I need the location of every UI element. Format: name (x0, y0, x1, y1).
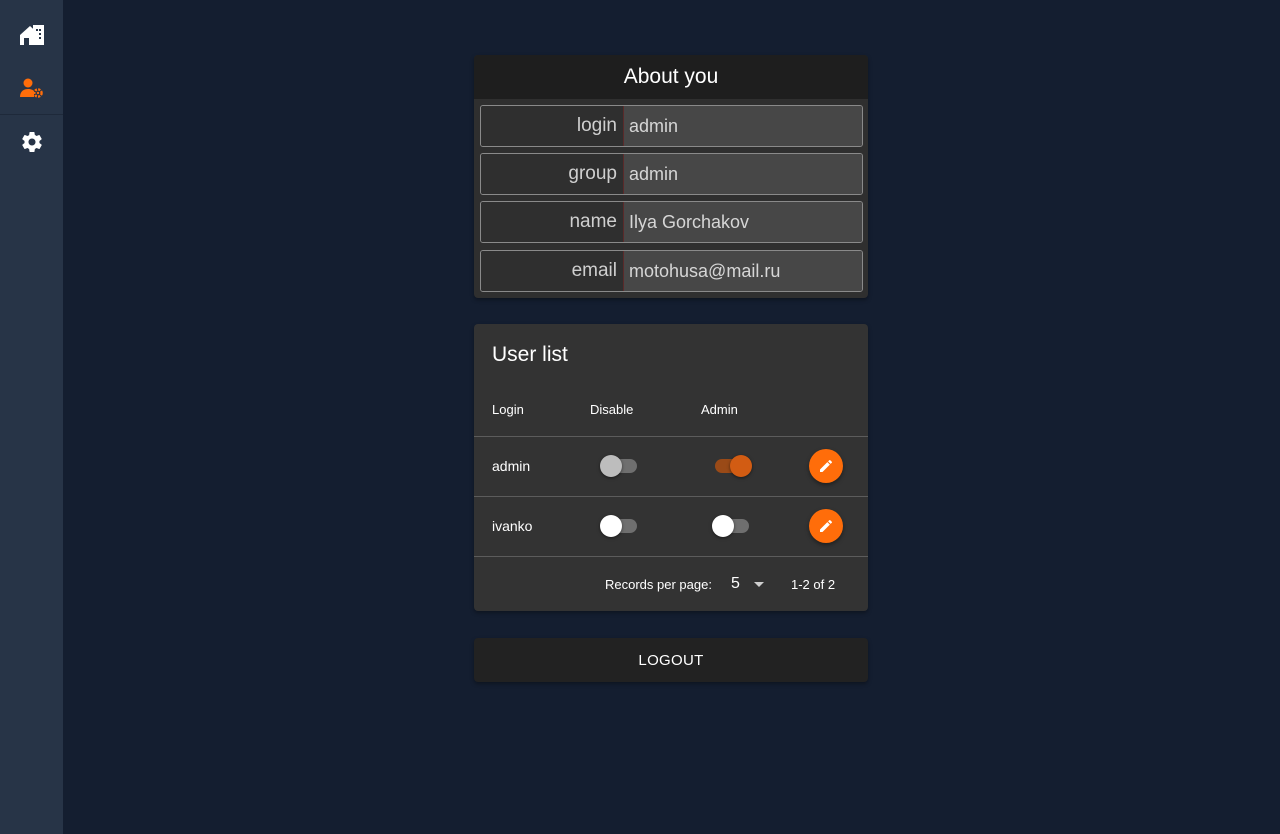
admin-toggle[interactable] (712, 514, 752, 538)
pagination-range: 1-2 of 2 (791, 577, 836, 592)
name-field: name Ilya Gorchakov (480, 201, 863, 243)
name-field-value: Ilya Gorchakov (624, 202, 862, 242)
table-divider (474, 436, 868, 437)
user-login-cell: admin (492, 458, 531, 474)
edit-user-button[interactable] (809, 509, 843, 543)
sidebar-item-users[interactable] (0, 62, 63, 114)
table-divider (474, 556, 868, 557)
about-you-card: About you login admin group admin name I… (474, 55, 868, 298)
login-field: login admin (480, 105, 863, 147)
email-field: email motohusa@mail.ru (480, 250, 863, 292)
email-field-value: motohusa@mail.ru (624, 251, 862, 291)
sidebar-divider (0, 114, 63, 115)
group-field-label: group (481, 154, 624, 194)
toggle-thumb (712, 515, 734, 537)
login-field-value: admin (624, 106, 862, 146)
chevron-down-icon (754, 582, 764, 587)
group-field: group admin (480, 153, 863, 195)
user-list-title: User list (492, 343, 568, 366)
admin-toggle[interactable] (712, 454, 752, 478)
gear-icon (21, 132, 42, 153)
group-field-value: admin (624, 154, 862, 194)
column-header-disable[interactable]: Disable (590, 402, 633, 417)
logout-button[interactable]: LOGOUT (474, 638, 868, 682)
disable-toggle[interactable] (600, 514, 640, 538)
home-icon (19, 25, 44, 45)
table-divider (474, 496, 868, 497)
toggle-thumb (600, 455, 622, 477)
toggle-thumb (600, 515, 622, 537)
sidebar-item-settings[interactable] (0, 116, 63, 168)
pencil-icon (820, 459, 833, 472)
toggle-thumb (730, 455, 752, 477)
sidebar (0, 0, 63, 834)
disable-toggle[interactable] (600, 454, 640, 478)
email-field-label: email (481, 251, 624, 291)
login-field-label: login (481, 106, 624, 146)
about-you-title: About you (474, 55, 868, 99)
column-header-login[interactable]: Login (492, 402, 524, 417)
column-header-admin[interactable]: Admin (701, 402, 738, 417)
records-per-page-select[interactable]: 5 (727, 574, 771, 596)
user-login-cell: ivanko (492, 518, 533, 534)
pencil-icon (820, 519, 833, 532)
user-list-card: User list Login Disable Admin admin ivan… (474, 324, 868, 611)
name-field-label: name (481, 202, 624, 242)
user-settings-icon (19, 78, 43, 98)
records-per-page-label: Records per page: (605, 577, 712, 592)
sidebar-item-home[interactable] (0, 9, 63, 61)
edit-user-button[interactable] (809, 449, 843, 483)
records-per-page-value: 5 (731, 575, 740, 592)
